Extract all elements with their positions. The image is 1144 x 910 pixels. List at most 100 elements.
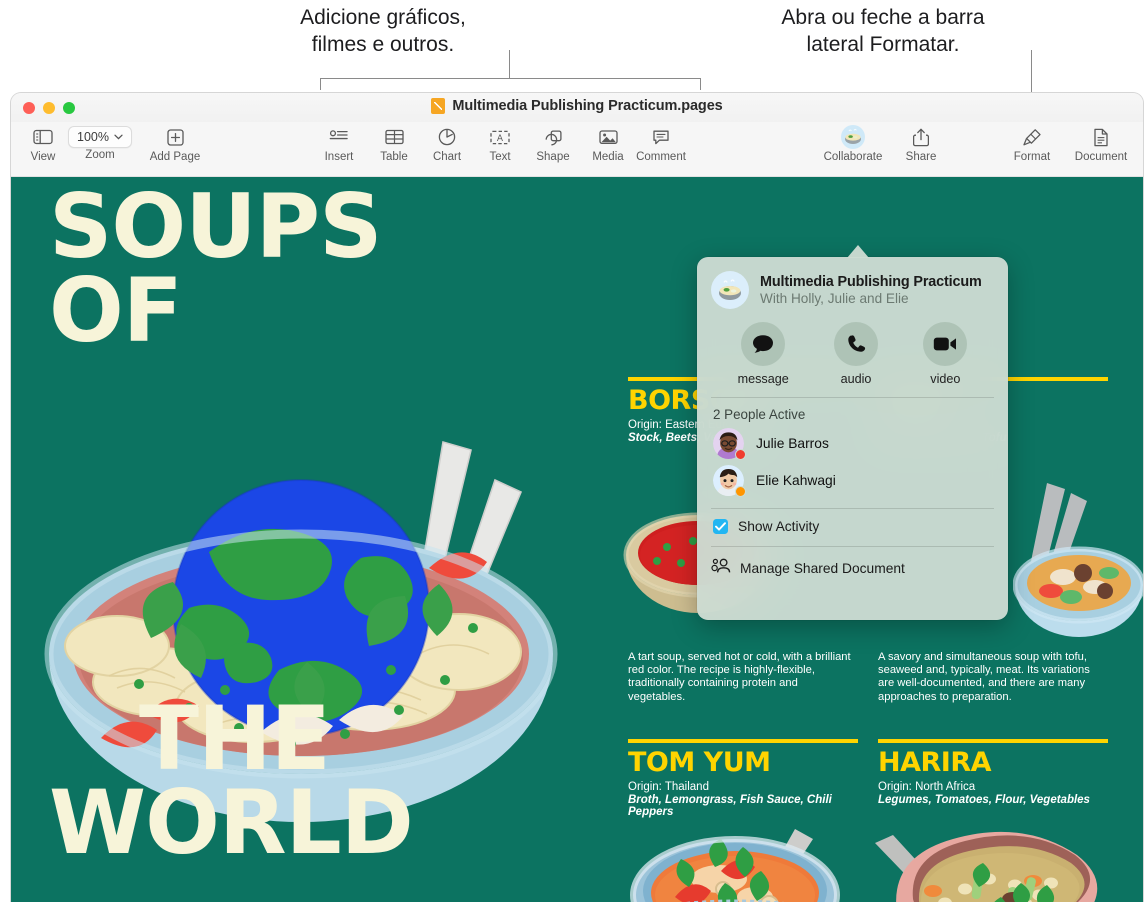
toolbar-chart-label: Chart xyxy=(432,151,462,163)
entry-rule xyxy=(878,739,1108,743)
media-icon xyxy=(598,124,618,150)
chart-icon xyxy=(438,124,456,150)
table-icon xyxy=(384,124,404,150)
collaborate-avatar-icon xyxy=(840,124,866,150)
format-brush-icon xyxy=(1022,124,1042,150)
svg-text:A: A xyxy=(497,134,504,144)
document-icon xyxy=(1093,124,1109,150)
callout-left-bracket xyxy=(320,78,700,79)
entry-description-borscht: A tart soup, served hot or cold, with a … xyxy=(628,651,858,704)
toolbar-text-label: Text xyxy=(489,151,511,163)
collaborator-name: Julie Barros xyxy=(756,436,829,451)
miso-illustration xyxy=(1013,483,1143,637)
zoom-popup-button[interactable]: 100% xyxy=(68,126,132,148)
toolbar-share-button[interactable]: Share xyxy=(889,124,953,163)
pages-document-icon xyxy=(431,98,446,114)
toolbar-zoom-control[interactable]: 100% Zoom xyxy=(68,126,132,161)
add-page-icon xyxy=(166,124,184,150)
callout-left-bracket-tick-start xyxy=(320,78,321,90)
show-activity-checkbox[interactable] xyxy=(713,519,728,534)
window-title: Multimedia Publishing Practicum.pages xyxy=(452,98,723,114)
entry-ingredients: Legumes, Tomatoes, Flour, Vegetables xyxy=(878,794,1090,806)
toolbar-collaborate-label: Collaborate xyxy=(823,151,883,163)
callout-left-leader-vertical xyxy=(509,50,510,78)
entry-origin: Origin: Thailand xyxy=(628,781,709,793)
collaboration-popover[interactable]: Multimedia Publishing Practicum With Hol… xyxy=(697,257,1008,620)
popover-arrow xyxy=(847,245,869,258)
shape-icon xyxy=(544,124,563,150)
toolbar-format-button[interactable]: Format xyxy=(1000,124,1064,163)
audio-action-button[interactable]: audio xyxy=(834,322,879,386)
video-camera-icon xyxy=(923,322,968,366)
message-bubble-icon xyxy=(741,322,786,366)
chevron-down-icon xyxy=(114,134,123,140)
show-activity-row[interactable]: Show Activity xyxy=(697,509,1008,534)
harira-illustration xyxy=(875,831,1098,902)
phone-icon xyxy=(834,322,879,366)
entry-description-text: A tart soup, served hot or cold, with a … xyxy=(628,651,851,703)
popover-header: Multimedia Publishing Practicum With Hol… xyxy=(697,257,1008,309)
popover-actions: message audio video xyxy=(697,309,1008,386)
callout-left-bracket-tick-end xyxy=(700,78,701,90)
zoom-value: 100% xyxy=(77,130,109,144)
entry-name: TOM YUM xyxy=(628,747,771,778)
soup-entry-harira: HARIRA Origin: North Africa Legumes, Tom… xyxy=(878,739,1108,806)
avatar xyxy=(713,428,746,460)
toolbar-view-label: View xyxy=(30,151,56,163)
toolbar-collaborate-button[interactable]: Collaborate xyxy=(821,124,885,163)
status-dot xyxy=(735,486,746,497)
entry-origin: Origin: North Africa xyxy=(878,781,976,793)
show-activity-label: Show Activity xyxy=(738,519,820,534)
document-canvas[interactable]: SOUPS OF THE WORLD No matter where you f… xyxy=(11,177,1143,902)
sidebar-icon xyxy=(33,124,53,150)
toolbar-media-label: Media xyxy=(592,151,624,163)
toolbar-document-label: Document xyxy=(1074,151,1128,163)
collaborator-row-elie[interactable]: Elie Kahwagi xyxy=(697,459,1008,497)
active-people-count: 2 People Active xyxy=(713,407,806,422)
status-dot xyxy=(735,449,746,460)
poster-title-line1: SOUPS xyxy=(49,177,383,278)
manage-shared-document-label: Manage Shared Document xyxy=(740,560,905,576)
video-action-button[interactable]: video xyxy=(923,322,968,386)
avatar xyxy=(713,465,746,497)
callout-right-label: Abra ou feche a barra lateral Formatar. xyxy=(781,6,985,56)
toolbar-view-button[interactable]: View xyxy=(11,124,75,163)
tom-yum-illustration xyxy=(630,829,840,902)
text-box-icon: A xyxy=(490,124,510,150)
video-action-label: video xyxy=(930,372,961,386)
insert-icon xyxy=(329,124,349,150)
poster-title-line2: OF xyxy=(49,259,183,362)
entry-name: HARIRA xyxy=(878,747,992,778)
toolbar-document-button[interactable]: Document xyxy=(1069,124,1133,163)
entry-rule xyxy=(628,739,858,743)
manage-shared-document-row[interactable]: Manage Shared Document xyxy=(697,547,1008,579)
app-toolbar: View 100% Zoom Add Page Insert Table Cha… xyxy=(11,122,1143,177)
entry-description-miso: A savory and simultaneous soup with tofu… xyxy=(878,651,1108,704)
message-action-label: message xyxy=(737,372,789,386)
comment-icon xyxy=(652,124,670,150)
window-title-group: Multimedia Publishing Practicum.pages xyxy=(11,98,1143,114)
popover-subtitle: With Holly, Julie and Elie xyxy=(760,291,909,306)
poster-title-top: SOUPS OF xyxy=(49,183,383,355)
manage-people-icon xyxy=(711,557,731,579)
toolbar-share-label: Share xyxy=(905,151,937,163)
toolbar-add-page-button[interactable]: Add Page xyxy=(143,124,207,163)
collaborator-name: Elie Kahwagi xyxy=(756,473,836,488)
popover-title: Multimedia Publishing Practicum xyxy=(760,274,982,290)
toolbar-zoom-label: Zoom xyxy=(85,149,115,161)
entry-ingredients: Broth, Lemongrass, Fish Sauce, Chili Pep… xyxy=(628,794,832,818)
poster-title-bottom: THE WORLD xyxy=(49,695,414,867)
entry-description-text: A savory and simultaneous soup with tofu… xyxy=(878,651,1090,703)
share-icon xyxy=(913,124,929,150)
collaborator-row-julie[interactable]: Julie Barros xyxy=(697,422,1008,460)
toolbar-comment-label: Comment xyxy=(636,151,686,163)
callout-left-label: Adicione gráficos, filmes e outros. xyxy=(300,6,466,56)
pages-app-window: Multimedia Publishing Practicum.pages Vi… xyxy=(10,92,1144,902)
document-avatar xyxy=(711,271,749,309)
message-action-button[interactable]: message xyxy=(738,322,789,386)
toolbar-add-page-label: Add Page xyxy=(149,151,201,163)
toolbar-comment-button[interactable]: Comment xyxy=(629,124,693,163)
document-page-left: SOUPS OF THE WORLD xyxy=(11,177,597,902)
checkmark-icon xyxy=(715,522,726,531)
poster-title-line4: WORLD xyxy=(49,771,414,874)
